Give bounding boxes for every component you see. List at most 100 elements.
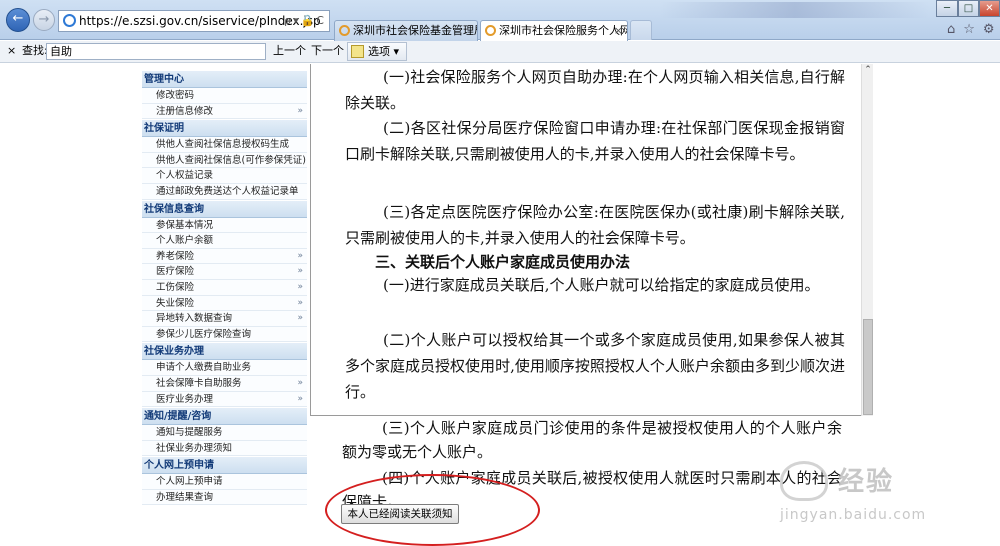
document-scrollbar[interactable]: ⌃: [861, 64, 873, 416]
address-bar[interactable]: https://e.szsi.gov.cn/siservice/pIndex.j…: [58, 10, 330, 32]
sidebar-item-label: 修改密码: [156, 90, 195, 101]
sidebar-item-label: 失业保险: [156, 297, 195, 309]
chevron-right-icon: »: [297, 393, 303, 404]
sidebar-item-label: 个人权益记录: [156, 170, 214, 182]
sidebar-item[interactable]: 申请个人缴费自助业务: [142, 360, 307, 376]
sidebar-item[interactable]: 个人网上预申请: [142, 474, 307, 490]
watermark: 经验 jingyan.baidu.com: [780, 459, 985, 539]
chevron-right-icon: »: [297, 377, 303, 388]
paragraph: (三)个人账户家庭成员门诊使用的条件是被授权使用人的个人账户余额为零或无个人账户…: [342, 419, 842, 461]
sidebar-section-title: 社保证明: [142, 119, 307, 138]
sidebar-item-label: 个人账户余额: [156, 235, 214, 247]
sidebar-section-title: 个人网上预申请: [142, 456, 307, 475]
sidebar-item-label: 医疗业务办理: [156, 393, 214, 405]
sidebar-item[interactable]: 通过邮政免费送达个人权益记录单: [142, 183, 307, 200]
forward-button[interactable]: →: [33, 9, 55, 31]
sidebar-item-label: 社保业务办理须知: [156, 442, 233, 454]
paragraph: (三)各定点医院医疗保险办公室:在医院医保办(或社康)刷卡解除关联,只需刷被使用…: [345, 203, 845, 247]
sidebar-item-label: 社会保障卡自助服务: [156, 377, 242, 389]
find-prev-button[interactable]: 上一个: [273, 41, 306, 61]
find-bar: × 查找: 自助 上一个 下一个 选项 ▾: [0, 41, 1000, 63]
minimize-button[interactable]: ─: [936, 0, 958, 17]
sidebar-item[interactable]: 供他人查阅社保信息(可作参保凭证): [142, 152, 307, 169]
page-content: 管理中心修改密码注册信息修改 » 社保证明 供他人查阅社保信息授权码生成供他人查阅社保…: [0, 64, 1000, 546]
sidebar-item[interactable]: 通知与提醒服务: [142, 425, 307, 441]
sidebar-item-label: 工伤保险: [156, 281, 195, 293]
sidebar-item-label: 养老保险: [156, 250, 195, 262]
paragraph: (二)个人账户可以授权给其一个或多个家庭成员使用,如果参保人被其多个家庭成员授权…: [345, 331, 845, 401]
tab-fund-bureau[interactable]: 深圳市社会保险基金管理局: [334, 20, 478, 41]
sidebar-item-label: 通过邮政免费送达个人权益记录单: [156, 185, 299, 197]
sidebar-item[interactable]: 供他人查阅社保信息授权码生成: [142, 137, 307, 153]
sidebar-item-label: 供他人查阅社保信息授权码生成: [156, 139, 290, 151]
sidebar-section-title: 管理中心: [142, 70, 307, 88]
tab-close-icon[interactable]: ×: [614, 21, 623, 40]
sidebar-item-label: 医疗保险: [156, 266, 195, 278]
chevron-right-icon: »: [297, 105, 303, 116]
tab-label: 深圳市社会保险基金管理局: [353, 24, 478, 37]
sidebar-item[interactable]: 医疗业务办理 »: [142, 391, 307, 408]
ie-icon: [339, 25, 350, 36]
forward-arrow-icon: →: [38, 12, 50, 27]
find-input[interactable]: 自助: [46, 43, 266, 60]
sidebar-item[interactable]: 医疗保险 »: [142, 264, 307, 280]
watermark-cn: 经验: [838, 467, 895, 497]
sidebar-item-label: 通知与提醒服务: [156, 427, 223, 439]
pencil-icon: [351, 45, 364, 58]
chevron-right-icon: »: [297, 281, 303, 292]
find-options-button[interactable]: 选项 ▾: [347, 42, 407, 61]
watermark-url: jingyan.baidu.com: [780, 507, 927, 523]
sidebar-item[interactable]: 工伤保险 »: [142, 279, 307, 296]
blurred-area: [660, 2, 930, 18]
chevron-right-icon: »: [297, 313, 303, 324]
sidebar-section-title: 通知/提醒/咨询: [142, 407, 307, 426]
scrollbar-thumb[interactable]: [863, 319, 873, 415]
sidebar-item[interactable]: 异地转入数据查询 »: [142, 311, 307, 327]
sidebar: 管理中心修改密码注册信息修改 » 社保证明 供他人查阅社保信息授权码生成供他人查阅社保…: [142, 70, 307, 506]
paragraph: (一)进行家庭成员关联后,个人账户就可以给指定的家庭成员使用。: [383, 276, 820, 294]
sidebar-item[interactable]: 养老保险 »: [142, 248, 307, 265]
sidebar-item[interactable]: 失业保险 »: [142, 295, 307, 312]
tab-label: 深圳市社会保险服务个人网页: [499, 24, 628, 37]
find-options-label: 选项 ▾: [368, 45, 400, 58]
sidebar-item-label: 注册信息修改: [156, 105, 214, 117]
sidebar-item[interactable]: 社保业务办理须知: [142, 440, 307, 457]
address-tools-icons[interactable]: ρ▾🔒C: [284, 11, 326, 31]
sidebar-item-label: 办理结果查询: [156, 491, 214, 503]
sidebar-item[interactable]: 办理结果查询: [142, 489, 307, 506]
sidebar-section-title: 社保业务办理: [142, 342, 307, 361]
find-label: 查找:: [22, 44, 48, 57]
sidebar-item[interactable]: 修改密码: [142, 88, 307, 104]
tab-personal-page[interactable]: 深圳市社会保险服务个人网页 ×: [480, 20, 628, 42]
ie-icon: [485, 25, 496, 36]
paragraph: (一)社会保险服务个人网页自助办理:在个人网页输入相关信息,自行解除关联。: [345, 68, 845, 112]
sidebar-item-label: 供他人查阅社保信息(可作参保凭证): [156, 154, 306, 166]
baidu-paw-icon: [780, 461, 828, 501]
sidebar-item-label: 参保基本情况: [156, 219, 214, 231]
ie-icon: [63, 14, 76, 27]
chevron-right-icon: »: [297, 250, 303, 261]
red-annotation-circle: [325, 474, 540, 546]
sidebar-item-label: 个人网上预申请: [156, 476, 223, 488]
sidebar-item[interactable]: 参保基本情况: [142, 217, 307, 234]
close-window-button[interactable]: ✕: [979, 0, 1000, 17]
maximize-button[interactable]: □: [958, 0, 979, 17]
sidebar-item-label: 参保少儿医疗保险查询: [156, 328, 252, 340]
close-icon[interactable]: ×: [7, 41, 16, 61]
sidebar-item[interactable]: 个人账户余额: [142, 233, 307, 249]
back-arrow-icon: ←: [12, 11, 24, 26]
find-next-button[interactable]: 下一个: [311, 41, 344, 61]
chevron-right-icon: »: [297, 266, 303, 277]
sidebar-section-title: 社保信息查询: [142, 199, 307, 218]
sidebar-item[interactable]: 注册信息修改 »: [142, 103, 307, 120]
sidebar-item-label: 异地转入数据查询: [156, 313, 233, 325]
sidebar-item[interactable]: 个人权益记录: [142, 168, 307, 184]
notice-document: (一)社会保险服务个人网页自助办理:在个人网页输入相关信息,自行解除关联。 (二…: [310, 64, 862, 416]
sidebar-item[interactable]: 参保少儿医疗保险查询: [142, 326, 307, 343]
browser-chrome: ← → https://e.szsi.gov.cn/siservice/pInd…: [0, 0, 1000, 42]
new-tab-button[interactable]: [630, 20, 652, 40]
scroll-up-icon[interactable]: ⌃: [862, 64, 874, 76]
home-favorites-tools-icons[interactable]: ⌂☆⚙: [947, 22, 1000, 37]
back-button[interactable]: ←: [6, 8, 30, 32]
sidebar-item[interactable]: 社会保障卡自助服务 »: [142, 375, 307, 392]
